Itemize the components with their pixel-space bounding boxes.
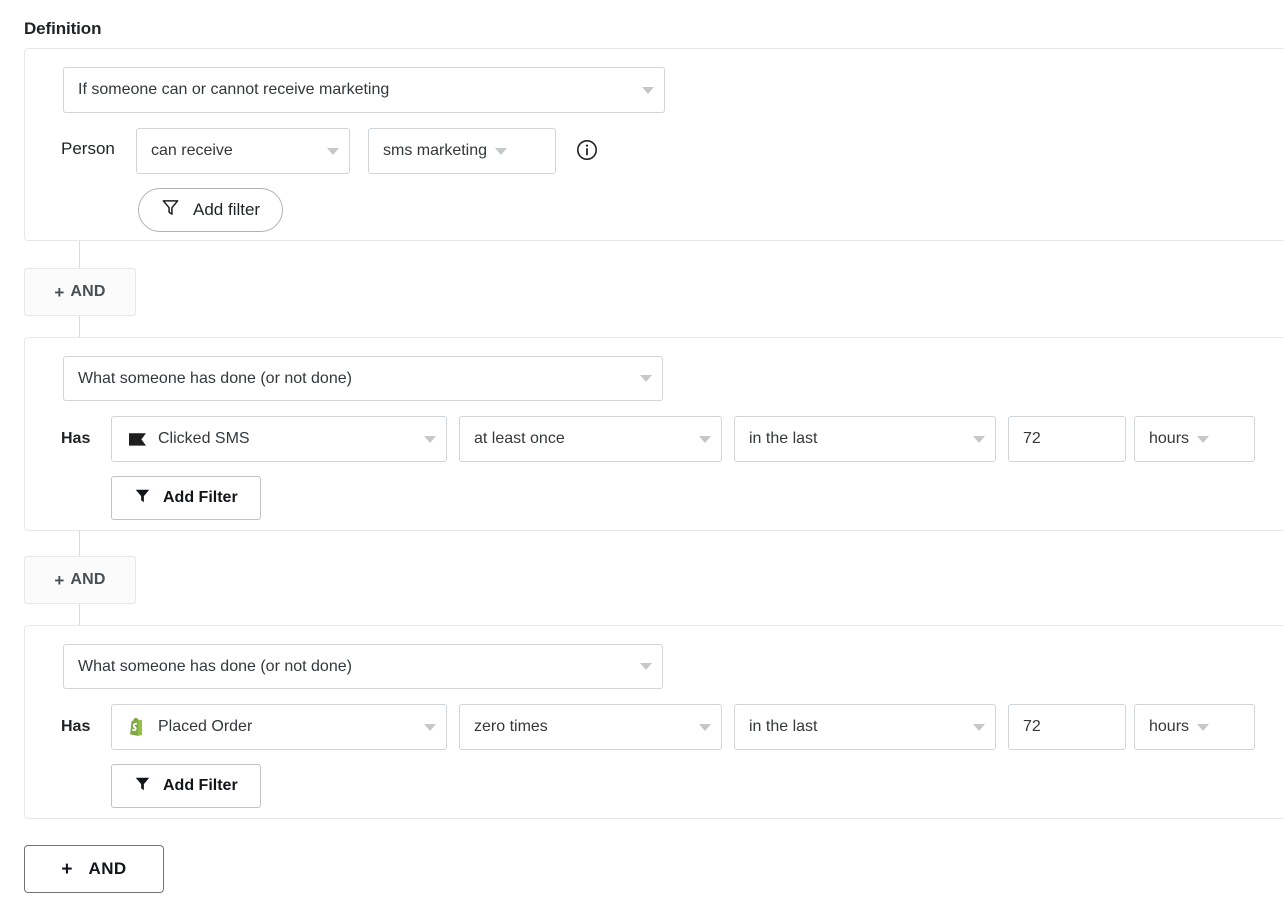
chevron-down-icon [1197, 723, 1210, 731]
add-filter-label: Add Filter [163, 777, 238, 794]
klaviyo-sms-flag-icon [126, 428, 148, 450]
frequency-select-group-2[interactable]: at least once [459, 416, 722, 462]
add-filter-button-group-3[interactable]: Add Filter [111, 764, 261, 808]
group-2-type-select[interactable]: What someone has done (or not done) [63, 356, 663, 401]
chevron-down-icon [640, 375, 652, 382]
and-chip-label: AND [70, 571, 106, 588]
timeframe-unit-select-group-2[interactable]: hours [1134, 416, 1255, 462]
and-chip-label: AND [70, 283, 106, 300]
plus-icon: + [54, 282, 65, 302]
channel-select[interactable]: sms marketing [368, 128, 556, 174]
channel-value: sms marketing [383, 142, 488, 159]
metric-value: Clicked SMS [158, 430, 250, 447]
plus-icon: + [54, 570, 65, 590]
timeframe-amount-value: 72 [1023, 430, 1041, 447]
shopify-bag-icon [126, 716, 148, 738]
frequency-select-group-3[interactable]: zero times [459, 704, 722, 750]
add-and-condition-chip-2[interactable]: + AND [24, 556, 136, 604]
metric-value: Placed Order [158, 718, 253, 735]
timeframe-select-group-2[interactable]: in the last [734, 416, 996, 462]
group-connector-line [79, 604, 80, 625]
info-circle-icon[interactable] [576, 139, 598, 161]
timeframe-select-group-3[interactable]: in the last [734, 704, 996, 750]
consent-state-select[interactable]: can receive [136, 128, 350, 174]
group-2-row-label: Has [61, 430, 91, 447]
group-1-type-select-value: If someone can or cannot receive marketi… [78, 81, 390, 98]
timeframe-amount-input-group-3[interactable]: 72 [1008, 704, 1126, 750]
timeframe-value: in the last [749, 718, 818, 735]
metric-select-group-2[interactable]: Clicked SMS [111, 416, 447, 462]
timeframe-unit-value: hours [1149, 718, 1190, 735]
condition-group-2: What someone has done (or not done) Has … [24, 337, 1284, 531]
metric-select-group-3[interactable]: Placed Order [111, 704, 447, 750]
condition-group-1: If someone can or cannot receive marketi… [24, 48, 1284, 241]
group-connector-line [79, 241, 80, 268]
funnel-filled-icon [134, 487, 151, 509]
chevron-down-icon [973, 435, 985, 443]
group-1-type-select[interactable]: If someone can or cannot receive marketi… [63, 67, 665, 113]
segment-definition-builder: Definition If someone can or cannot rece… [0, 0, 1284, 916]
chevron-down-icon [424, 435, 436, 443]
chevron-down-icon [327, 147, 339, 155]
chevron-down-icon [642, 86, 654, 94]
add-filter-label: Add filter [193, 200, 261, 219]
group-3-type-select-value: What someone has done (or not done) [78, 657, 352, 675]
timeframe-unit-select-group-3[interactable]: hours [1134, 704, 1255, 750]
add-filter-button-group-1[interactable]: Add filter [138, 188, 284, 232]
and-button-label: AND [88, 859, 127, 878]
plus-icon: + [61, 858, 73, 880]
group-connector-line [79, 316, 80, 337]
group-1-row-label: Person [61, 139, 115, 158]
timeframe-unit-value: hours [1149, 430, 1190, 447]
chevron-down-icon [973, 723, 985, 731]
timeframe-amount-input-group-2[interactable]: 72 [1008, 416, 1126, 462]
chevron-down-icon [699, 723, 711, 731]
condition-group-3: What someone has done (or not done) Has … [24, 625, 1284, 819]
frequency-value: zero times [474, 718, 548, 735]
add-filter-label: Add Filter [163, 489, 238, 506]
group-3-row-label: Has [61, 718, 91, 735]
frequency-value: at least once [474, 430, 565, 447]
add-filter-button-group-2[interactable]: Add Filter [111, 476, 261, 520]
chevron-down-icon [424, 723, 436, 731]
group-3-type-select[interactable]: What someone has done (or not done) [63, 644, 663, 689]
chevron-down-icon [495, 147, 508, 155]
chevron-down-icon [640, 663, 652, 670]
group-connector-line [79, 531, 80, 556]
funnel-filled-icon [134, 775, 151, 797]
chevron-down-icon [699, 435, 711, 443]
add-and-condition-chip-1[interactable]: + AND [24, 268, 136, 316]
timeframe-amount-value: 72 [1023, 718, 1041, 735]
page-title: Definition [24, 19, 102, 38]
consent-state-value: can receive [151, 142, 233, 159]
group-2-type-select-value: What someone has done (or not done) [78, 369, 352, 387]
timeframe-value: in the last [749, 430, 818, 447]
add-and-group-button[interactable]: + AND [24, 845, 164, 893]
funnel-outline-icon [161, 198, 180, 222]
chevron-down-icon [1197, 435, 1210, 443]
